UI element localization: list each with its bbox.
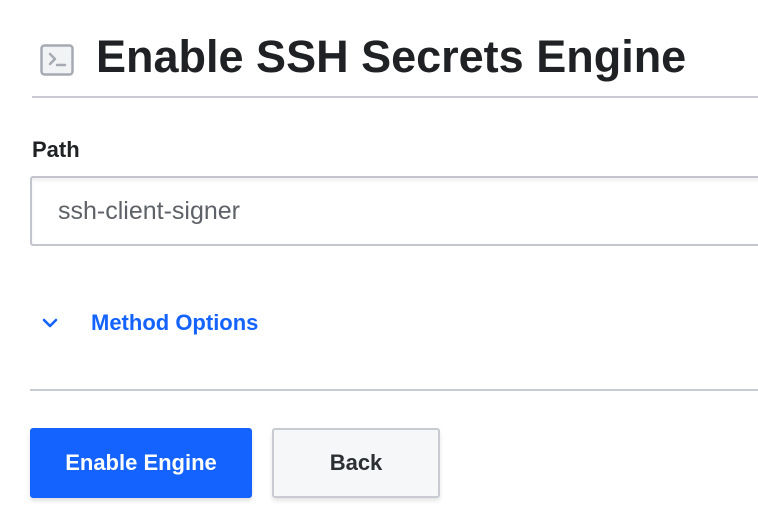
form-divider: [30, 389, 758, 391]
terminal-icon: [40, 44, 74, 76]
path-label: Path: [32, 137, 80, 162]
enable-secrets-engine-page: Enable SSH Secrets Engine Path Method Op…: [0, 0, 758, 526]
method-options-toggle[interactable]: Method Options: [40, 304, 258, 342]
chevron-down-icon: [40, 316, 60, 330]
page-header: Enable SSH Secrets Engine: [32, 0, 758, 98]
path-input[interactable]: [30, 176, 758, 246]
method-options-label: Method Options: [91, 310, 259, 335]
back-button[interactable]: Back: [272, 428, 440, 498]
enable-engine-button[interactable]: Enable Engine: [30, 428, 252, 498]
page-title: Enable SSH Secrets Engine: [96, 31, 687, 82]
